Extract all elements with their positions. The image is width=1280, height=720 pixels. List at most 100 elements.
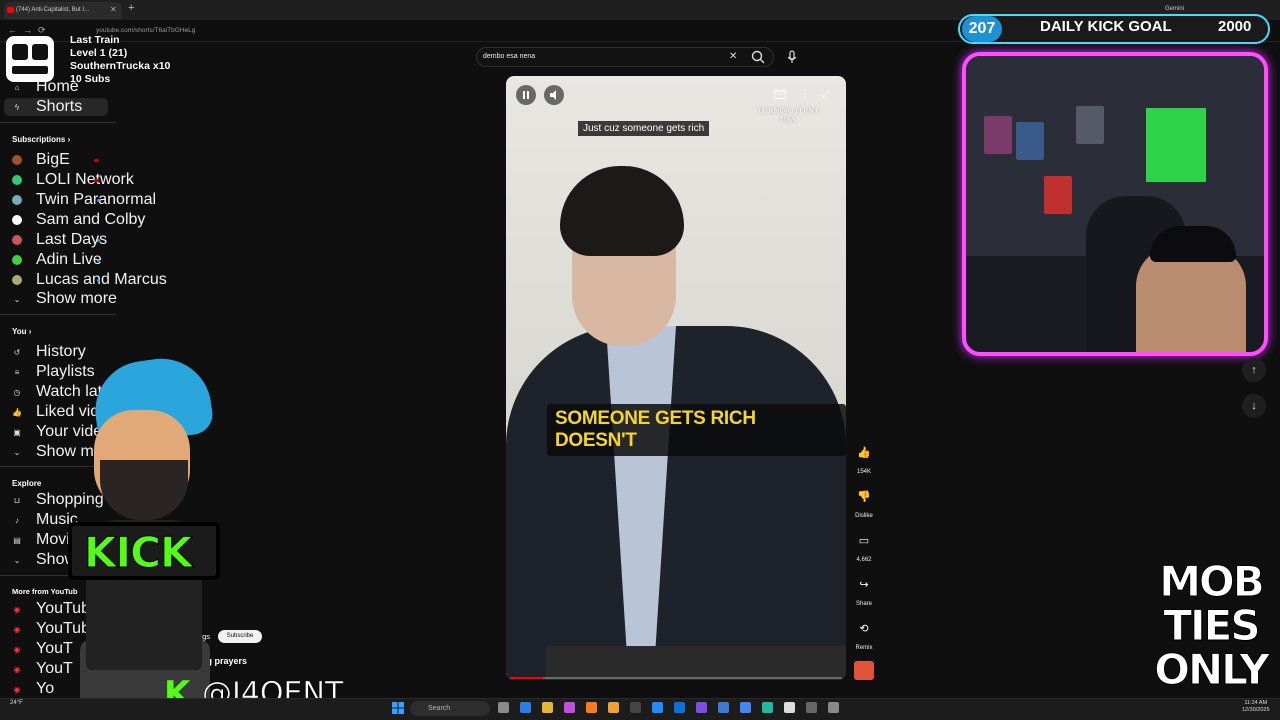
sidebar-subscription-item[interactable]: Twin Paranormal	[12, 191, 156, 208]
sidebar-show-more-subs[interactable]: ⌄ Show more	[12, 290, 117, 307]
more-options-icon[interactable]: ⋮	[800, 89, 810, 100]
clock[interactable]: 11:24 AM 12/30/2025	[1242, 700, 1270, 714]
captions-icon[interactable]: CC	[774, 90, 786, 99]
taskbar-app-icon[interactable]	[542, 702, 553, 713]
next-short-button[interactable]: ↓	[1242, 394, 1266, 418]
remix-action[interactable]: ⟲ Remix	[848, 614, 880, 652]
history-icon: ↺	[13, 347, 21, 357]
sidebar-divider	[0, 314, 116, 315]
windows-start-icon[interactable]	[392, 702, 404, 714]
sidebar-divider	[0, 122, 116, 123]
154k-action[interactable]: 👍 154K	[848, 438, 880, 476]
browser-tab[interactable]: (744) Anti-Capitalist, But I...	[4, 2, 122, 19]
action-label: Share	[855, 601, 872, 607]
search-query: dembo esa nena	[483, 53, 536, 60]
taskbar-app-icon[interactable]	[828, 702, 839, 713]
sidebar-item-label: Shorts	[36, 98, 83, 115]
bag-icon: ⊔	[13, 495, 21, 505]
search-icon[interactable]	[750, 49, 766, 65]
taskbar-app-icon[interactable]	[740, 702, 751, 713]
taskbar-app-icon[interactable]	[608, 702, 619, 713]
sidebar-subscription-item[interactable]: LOLI Network	[12, 171, 134, 188]
sidebar-item-shorts[interactable]: ϟ Shorts	[12, 98, 83, 115]
sidebar-subscription-item[interactable]: BigE	[12, 151, 70, 168]
taskbar-app-icon[interactable]	[762, 702, 773, 713]
4-662-action[interactable]: ▭ 4,662	[848, 526, 880, 564]
sidebar-subscription-item[interactable]: Sam and Colby	[12, 211, 146, 228]
mic-icon[interactable]	[784, 49, 800, 65]
new-content-dot	[97, 259, 100, 262]
weather-widget[interactable]: 24°F	[10, 700, 23, 706]
share-action[interactable]: ↪ Share	[848, 570, 880, 608]
caption-burned-in: SOMEONE GETS RICH DOESN'T	[547, 404, 846, 456]
streamer	[1136, 246, 1246, 352]
shorts-video-player[interactable]: CC ⋮ ⤢ TURNING POINT USA Just cuz someon…	[506, 76, 846, 680]
thumbs-up-icon: 👍	[12, 407, 22, 417]
tab-close-icon[interactable]: ✕	[110, 5, 117, 14]
taskbar-app-icon[interactable]	[586, 702, 597, 713]
poster	[984, 116, 1012, 154]
goal-current-count: 207	[962, 16, 1002, 42]
sidebar-item-label: History	[36, 343, 86, 360]
sidebar-youtube-product-item[interactable]: ◉ Yo	[12, 680, 55, 697]
remix-icon: ⟲	[859, 622, 869, 635]
train-logo-icon	[6, 36, 54, 82]
sidebar-item-history[interactable]: ↺ History	[12, 343, 86, 360]
logo-bumper	[12, 66, 48, 74]
subscriptions-header[interactable]: Subscriptions ›	[12, 135, 70, 144]
action-label: Dislike	[855, 513, 873, 519]
tab-title: (744) Anti-Capitalist, But I...	[16, 7, 90, 13]
overlay-line: Last Train	[70, 34, 120, 46]
chevron-down-icon: ⌄	[13, 555, 21, 565]
taskbar-app-icon[interactable]	[520, 702, 531, 713]
sidebar-subscription-item[interactable]: Adin Live	[12, 251, 102, 268]
logo-window	[32, 44, 48, 60]
sidebar-item-label: LOLI Network	[36, 171, 134, 188]
taskbar-app-icon[interactable]	[718, 702, 729, 713]
taskbar-app-icon[interactable]	[784, 702, 795, 713]
taskbar-app-icon[interactable]	[696, 702, 707, 713]
overlay-line: SouthernTrucka x10	[70, 60, 171, 72]
film-icon: ▤	[13, 535, 21, 545]
taskbar-app-icon[interactable]	[630, 702, 641, 713]
taskbar-app-icon[interactable]	[674, 702, 685, 713]
logo-window	[12, 44, 28, 60]
taskbar-app-icon[interactable]	[564, 702, 575, 713]
channel-avatar	[12, 155, 22, 165]
poster	[1016, 122, 1044, 160]
taskbar-app-icon[interactable]	[806, 702, 817, 713]
you-header[interactable]: You ›	[12, 327, 31, 336]
dislike-action[interactable]: 👎 Dislike	[848, 482, 880, 520]
volume-button[interactable]	[544, 85, 564, 105]
audio-thumbnail[interactable]	[854, 661, 874, 680]
sidebar-item-label: Show more	[36, 290, 117, 307]
sidebar-subscription-item[interactable]: Lucas and Marcus	[12, 271, 167, 288]
volume-icon	[550, 90, 556, 100]
channel-avatar	[12, 215, 22, 225]
music-icon: ♪	[15, 515, 19, 525]
taskbar-app-icon[interactable]	[652, 702, 663, 713]
pause-button[interactable]	[516, 85, 536, 105]
gemini-button[interactable]: Gemini	[1165, 6, 1184, 12]
new-tab-icon[interactable]: +	[128, 2, 134, 14]
channel-avatar	[12, 275, 22, 285]
overlay-line: 10 Subs	[70, 73, 111, 85]
sidebar-item-label: Sam and Colby	[36, 211, 146, 228]
clear-search-icon[interactable]: ✕	[729, 51, 737, 62]
taskbar-search[interactable]: Search	[410, 701, 490, 716]
channel-avatar	[12, 255, 22, 265]
kick-k-logo	[1146, 108, 1206, 182]
video-progress-bar[interactable]	[510, 677, 842, 679]
sidebar-item-home[interactable]: ⌂ Home	[12, 78, 79, 95]
sidebar-subscription-item[interactable]: Last Days	[12, 231, 107, 248]
new-content-dot	[97, 239, 100, 242]
channel-avatar	[12, 235, 22, 245]
taskbar-app-icon[interactable]	[498, 702, 509, 713]
browser-nav-icons[interactable]: ←→⟳	[8, 25, 52, 36]
previous-short-button[interactable]: ↑	[1242, 358, 1266, 382]
fullscreen-icon[interactable]: ⤢	[822, 89, 829, 100]
overlay-line: Level 1 (21)	[70, 47, 128, 59]
arrow-down-icon: ↓	[1251, 400, 1257, 412]
url-field[interactable]: youtube.com/shorts/T6aiTbGHeLg	[96, 27, 195, 34]
poster	[1044, 176, 1072, 214]
